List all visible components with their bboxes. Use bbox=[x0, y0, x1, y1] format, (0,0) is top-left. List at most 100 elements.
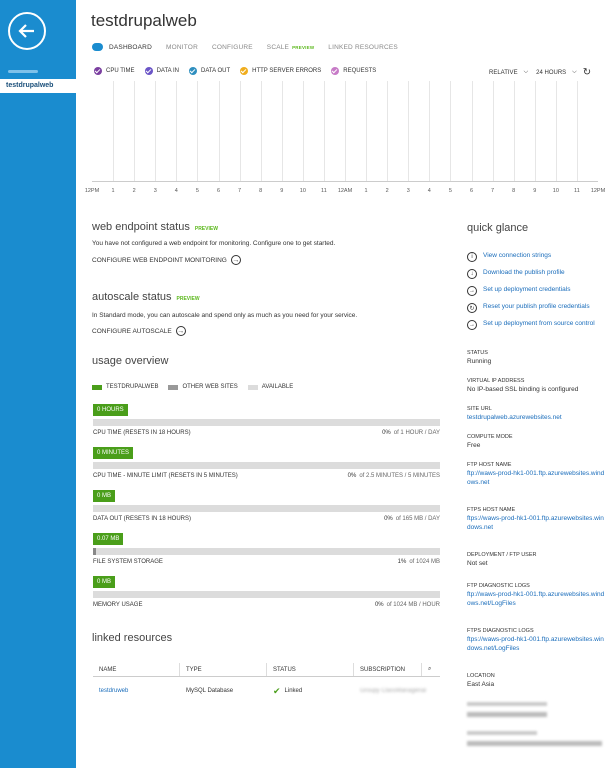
tab-configure[interactable]: CONFIGURE bbox=[212, 44, 253, 51]
tab-scale[interactable]: SCALE PREVIEW bbox=[267, 44, 314, 51]
property-label: COMPUTE MODE bbox=[467, 434, 513, 440]
relative-select[interactable]: RELATIVE bbox=[489, 70, 518, 76]
back-button[interactable] bbox=[8, 12, 46, 50]
col-type[interactable]: TYPE bbox=[180, 663, 267, 676]
x-tick-label: 7 bbox=[238, 188, 242, 194]
quick-glance-link[interactable]: ↓ Download the publish profile bbox=[467, 269, 607, 279]
usage-label: MEMORY USAGE bbox=[93, 602, 143, 608]
metric-cpu-time[interactable]: CPU TIME bbox=[94, 67, 135, 75]
col-subscription[interactable]: SUBSCRIPTION bbox=[354, 663, 422, 676]
x-tick-label: 6 bbox=[469, 188, 474, 194]
table-row[interactable]: testdruweb MySQL Database ✔ Linked Groupy… bbox=[93, 677, 440, 705]
legend-label: AVAILABLE bbox=[261, 384, 294, 390]
quick-glance-link-label: Reset your publish profile credentials bbox=[483, 303, 590, 310]
usage-bar bbox=[93, 462, 440, 469]
linked-resources-title: linked resources bbox=[92, 632, 173, 644]
arrow-right-icon: → bbox=[467, 286, 477, 296]
arrow-right-icon: → bbox=[175, 326, 186, 336]
quick-glance-link[interactable]: → Set up deployment from source control bbox=[467, 320, 607, 330]
chart-gridline bbox=[302, 81, 304, 181]
linked-status-text: Linked bbox=[284, 688, 303, 694]
legend-swatch bbox=[168, 384, 179, 390]
x-tick-label: 12PM bbox=[84, 188, 100, 194]
chevron-down-icon[interactable]: ⌵ bbox=[572, 69, 577, 76]
quick-glance-link[interactable]: ↻ Reset your publish profile credentials bbox=[467, 303, 607, 313]
chart-gridline bbox=[155, 81, 157, 181]
page-title: testdrupalweb bbox=[91, 11, 197, 30]
metric-label: REQUESTS bbox=[343, 68, 377, 74]
usage-badge: 0 MB bbox=[93, 490, 116, 502]
x-tick-label: 8 bbox=[259, 188, 263, 194]
usage-badge: 0 MB bbox=[93, 576, 116, 588]
chevron-down-icon[interactable]: ⌵ bbox=[524, 69, 529, 76]
property-link[interactable]: ftps://waws-prod-hk1-001.ftp.azurewebsit… bbox=[467, 515, 607, 532]
property-link[interactable]: ftp://waws-prod-hk1-001.ftp.azurewebsite… bbox=[467, 591, 607, 608]
refresh-icon[interactable]: ↻ bbox=[583, 67, 591, 78]
blurred-subscription-id-label bbox=[467, 731, 537, 735]
quick-glance-link[interactable]: → Set up deployment credentials bbox=[467, 286, 607, 296]
metric-data-out[interactable]: DATA OUT bbox=[189, 67, 230, 75]
autoscale-title: autoscale status PREVIEW bbox=[92, 291, 200, 303]
linked-subscription: Groupy ClassManagerial bbox=[360, 688, 427, 694]
sidebar-item-active[interactable]: testdrupalweb bbox=[0, 79, 76, 93]
tab-monitor[interactable]: MONITOR bbox=[166, 44, 198, 51]
chart-gridline bbox=[387, 81, 389, 181]
info-icon: i bbox=[467, 252, 477, 262]
cloud-icon bbox=[92, 43, 103, 51]
chart-baseline bbox=[92, 181, 598, 182]
usage-value-limit: of 1 HOUR / DAY bbox=[393, 430, 440, 436]
x-tick-label: 10 bbox=[299, 188, 306, 194]
blurred-subscription-name-label bbox=[467, 702, 547, 706]
legend-item: OTHER WEB SITES bbox=[168, 384, 238, 390]
quick-glance-link-label: Set up deployment from source control bbox=[483, 320, 595, 327]
x-tick-label: 4 bbox=[174, 188, 178, 194]
property-link[interactable]: testdrupalweb.azurewebsites.net bbox=[467, 414, 607, 423]
tab-dashboard[interactable]: DASHBOARD bbox=[109, 44, 152, 51]
web-endpoint-title: web endpoint status PREVIEW bbox=[92, 221, 218, 233]
col-status[interactable]: STATUS bbox=[267, 663, 354, 676]
chart-gridline bbox=[197, 81, 199, 181]
property-value: Running bbox=[467, 358, 492, 365]
usage-label: CPU TIME - MINUTE LIMIT (RESETS IN 5 MIN… bbox=[93, 473, 238, 479]
check-icon bbox=[240, 67, 249, 75]
quick-glance-link[interactable]: i View connection strings bbox=[467, 252, 607, 262]
usage-value: 1% of 1024 MB bbox=[398, 559, 440, 565]
configure-web-endpoint-button[interactable]: CONFIGURE WEB ENDPOINT MONITORING → bbox=[92, 255, 241, 265]
legend-label: OTHER WEB SITES bbox=[182, 384, 238, 390]
usage-badge: 0.07 MB bbox=[93, 533, 124, 545]
metric-label: HTTP SERVER ERRORS bbox=[252, 68, 322, 74]
check-icon bbox=[189, 67, 198, 75]
tab-linked-resources[interactable]: LINKED RESOURCES bbox=[328, 44, 398, 51]
property-label: VIRTUAL IP ADDRESS bbox=[467, 378, 525, 384]
property-label: FTPS DIAGNOSTIC LOGS bbox=[467, 628, 534, 634]
preview-badge: PREVIEW bbox=[176, 296, 200, 302]
range-select[interactable]: 24 HOURS bbox=[536, 70, 566, 76]
x-tick-label: 11 bbox=[574, 188, 580, 194]
chart-gridline bbox=[281, 81, 283, 181]
metric-label: DATA IN bbox=[156, 68, 180, 74]
x-tick-label: 2 bbox=[132, 188, 136, 194]
col-name[interactable]: NAME bbox=[93, 663, 180, 676]
usage-value-limit: of 165 MB / DAY bbox=[395, 516, 440, 522]
property-link[interactable]: ftps://waws-prod-hk1-001.ftp.azurewebsit… bbox=[467, 636, 607, 653]
property-label: LOCATION bbox=[467, 673, 495, 679]
legend-label: TESTDRUPALWEB bbox=[106, 384, 159, 390]
metric-http-errors[interactable]: HTTP SERVER ERRORS bbox=[240, 67, 321, 75]
metric-label: CPU TIME bbox=[106, 68, 135, 74]
x-tick-label: 6 bbox=[216, 188, 221, 194]
property-link[interactable]: ftp://waws-prod-hk1-001.ftp.azurewebsite… bbox=[467, 470, 607, 487]
autoscale-text: In Standard mode, you can autoscale and … bbox=[92, 312, 358, 319]
chart-gridline bbox=[176, 81, 178, 181]
property-label: STATUS bbox=[467, 350, 488, 356]
chart-gridline bbox=[555, 81, 557, 181]
metric-data-in[interactable]: DATA IN bbox=[144, 67, 180, 75]
property-label: DEPLOYMENT / FTP USER bbox=[467, 552, 537, 558]
linked-type: MySQL Database bbox=[186, 688, 234, 694]
download-icon: ↓ bbox=[467, 269, 477, 279]
configure-autoscale-button[interactable]: CONFIGURE AUTOSCALE → bbox=[92, 326, 186, 336]
linked-name[interactable]: testdruweb bbox=[93, 677, 180, 705]
x-tick-label: 9 bbox=[533, 188, 537, 194]
search-icon[interactable]: ⌕ bbox=[422, 663, 440, 676]
metric-requests[interactable]: REQUESTS bbox=[331, 67, 376, 75]
chart-gridline bbox=[134, 81, 136, 181]
